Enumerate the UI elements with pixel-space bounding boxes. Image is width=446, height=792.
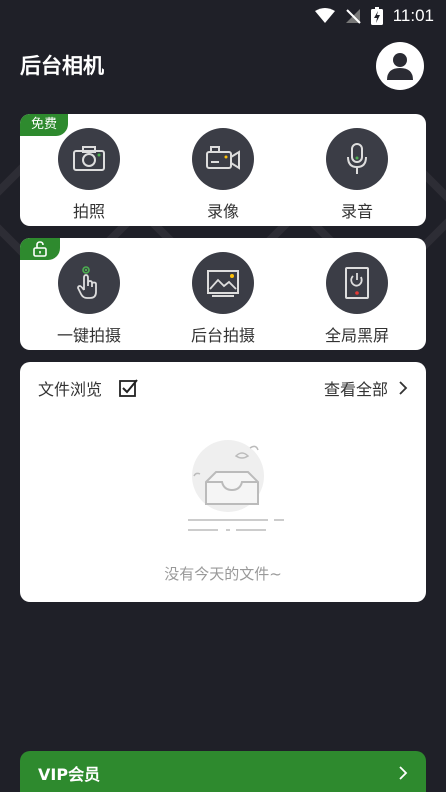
microphone-icon <box>326 128 388 190</box>
picture-icon <box>192 252 254 314</box>
feature-global-black-screen-label: 全局黑屏 <box>324 326 389 345</box>
feature-background-shoot[interactable]: 后台拍摄 <box>163 252 283 346</box>
premium-features-card: 一键拍摄 后台拍摄 全局黑屏 <box>20 238 426 350</box>
file-browser-card: 文件浏览 查看全部 没有今天的文件~ <box>20 362 426 602</box>
feature-global-black-screen[interactable]: 全局黑屏 <box>297 252 417 346</box>
feature-audio[interactable]: 录音 <box>297 128 417 222</box>
status-time: 11:01 <box>392 6 434 25</box>
tap-hand-icon <box>58 252 120 314</box>
feature-photo[interactable]: 拍照 <box>29 128 149 222</box>
empty-box-illustration <box>188 440 284 531</box>
status-bar: 11:01 <box>0 0 446 32</box>
battery-charging-icon <box>370 7 383 25</box>
wifi-icon <box>314 8 335 23</box>
free-badge: 免费 <box>20 114 68 136</box>
feature-audio-label: 录音 <box>340 202 373 221</box>
empty-state-text: 没有今天的文件~ <box>164 565 282 583</box>
user-icon <box>387 53 413 80</box>
chevron-right-icon <box>399 766 408 780</box>
feature-background-shoot-label: 后台拍摄 <box>190 326 255 345</box>
feature-photo-label: 拍照 <box>72 202 105 221</box>
view-all-button[interactable]: 查看全部 <box>324 376 408 400</box>
view-all-label: 查看全部 <box>323 380 388 399</box>
file-browser-title: 文件浏览 <box>38 380 103 399</box>
no-signal-icon <box>345 9 361 24</box>
free-features-card: 免费 拍照 录像 录音 <box>20 114 426 226</box>
chevron-right-icon <box>399 381 408 395</box>
vip-label: VIP会员 <box>38 765 101 784</box>
power-screen-icon <box>326 252 388 314</box>
unlock-icon <box>33 241 47 257</box>
file-browser-header: 文件浏览 查看全部 <box>38 376 408 400</box>
app-header: 后台相机 <box>0 40 446 90</box>
feature-one-tap-shoot-label: 一键拍摄 <box>56 326 121 345</box>
user-avatar-button[interactable] <box>376 42 424 90</box>
unlock-badge <box>20 238 60 260</box>
vip-membership-bar[interactable]: VIP会员 <box>20 751 426 792</box>
checkbox-select-icon[interactable] <box>118 378 138 398</box>
video-camera-icon <box>192 128 254 190</box>
app-title: 后台相机 <box>20 54 104 78</box>
camera-icon <box>58 128 120 190</box>
feature-one-tap-shoot[interactable]: 一键拍摄 <box>29 252 149 346</box>
feature-video-label: 录像 <box>206 202 239 221</box>
feature-video[interactable]: 录像 <box>163 128 283 222</box>
